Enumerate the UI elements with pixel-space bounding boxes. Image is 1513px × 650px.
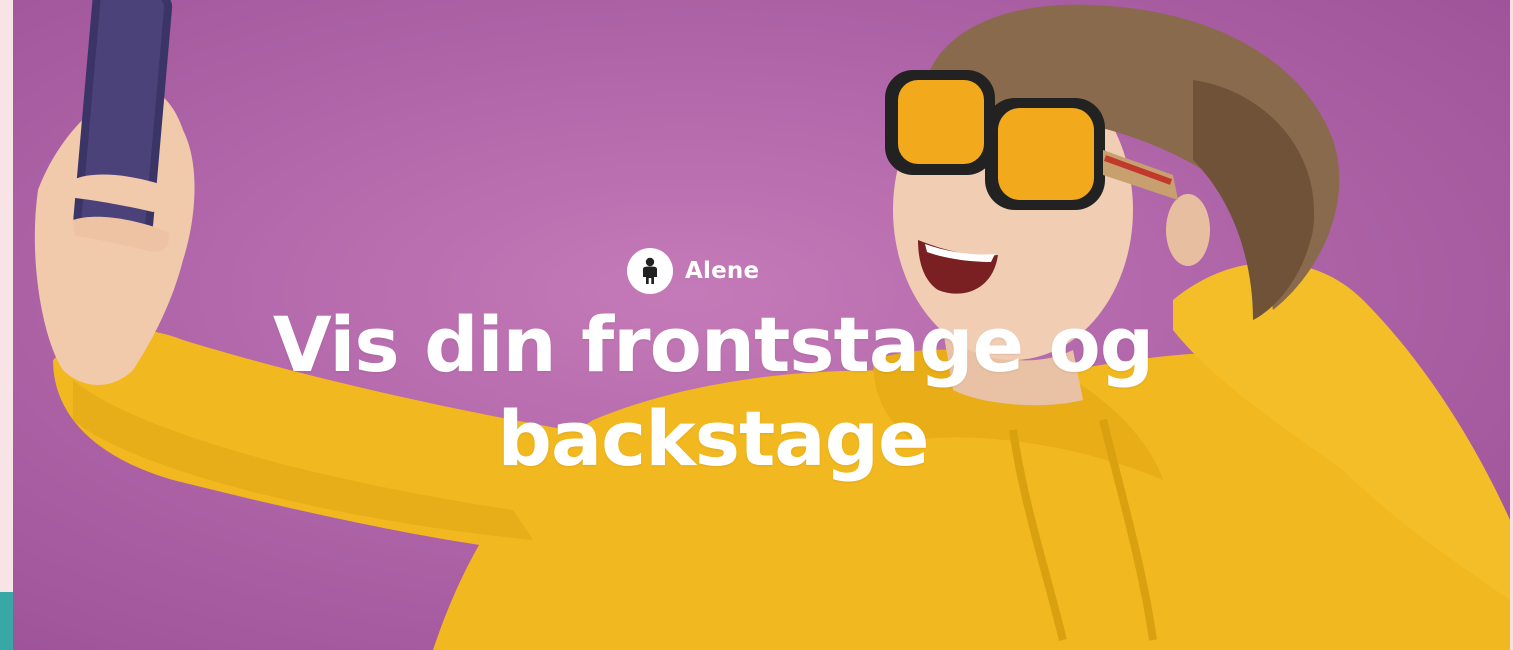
person-icon: [627, 248, 673, 294]
hero-headline: Vis din frontstage og backstage: [272, 300, 1154, 483]
hero-banner: Alene Vis din frontstage og backstage: [13, 0, 1510, 650]
left-teal-edge: [0, 592, 13, 650]
left-page-edge: [0, 0, 13, 650]
category-tag: Alene: [627, 248, 759, 294]
category-label: Alene: [685, 258, 760, 284]
